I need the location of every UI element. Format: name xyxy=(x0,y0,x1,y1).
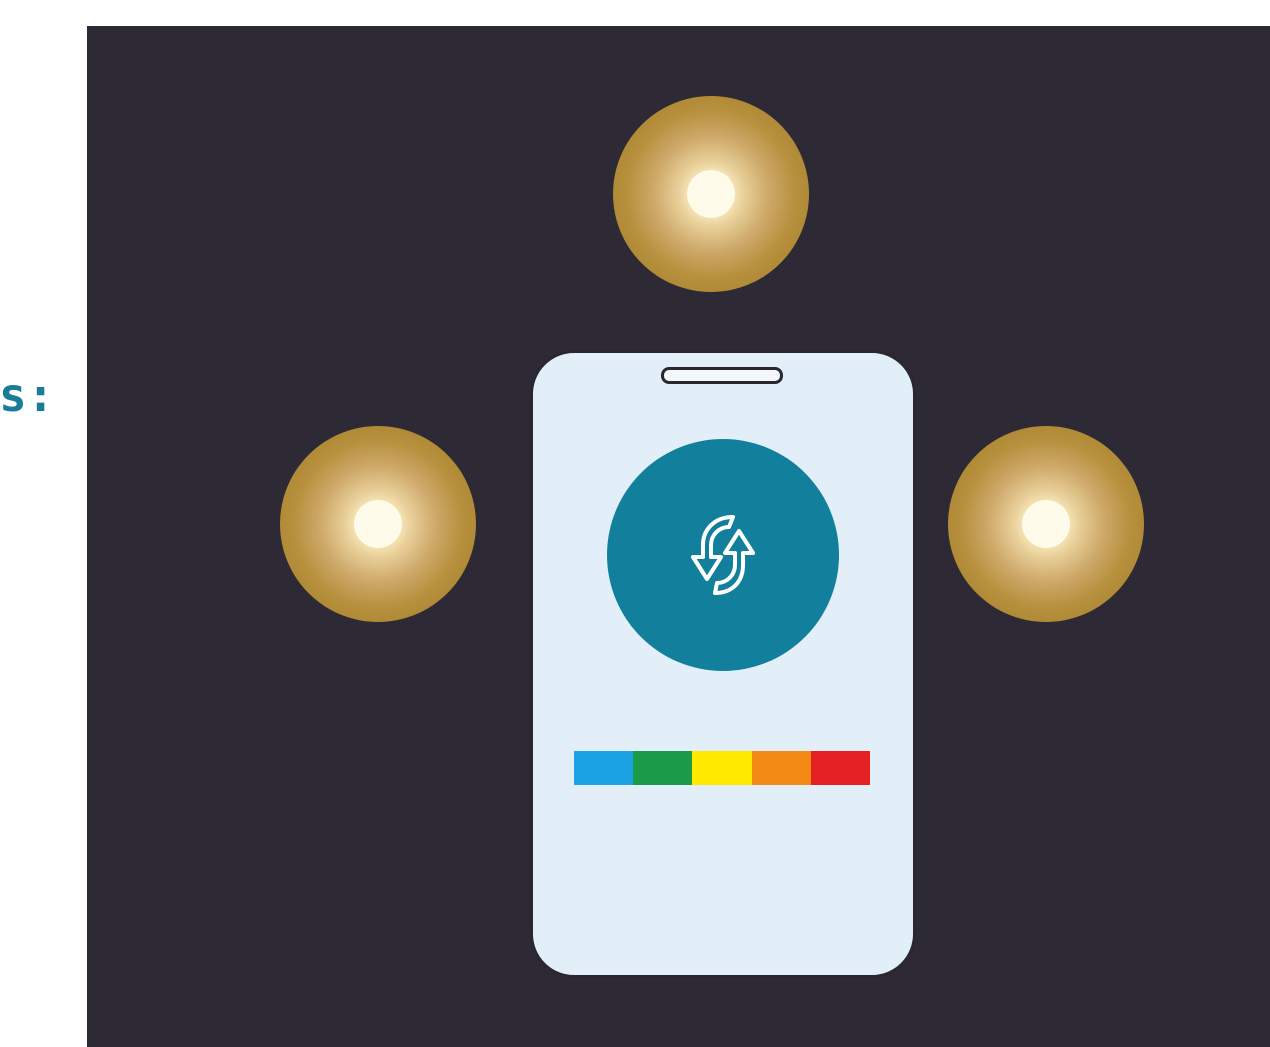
color-swatch-orange xyxy=(751,751,811,785)
light-bulb-icon-right xyxy=(948,426,1144,622)
page: s: xyxy=(0,0,1270,1047)
illustration-panel xyxy=(87,26,1270,1047)
smartphone xyxy=(530,350,916,978)
left-cropped-text-1: s: xyxy=(0,372,55,418)
light-core xyxy=(354,500,402,548)
color-swatch-green xyxy=(633,751,693,785)
color-swatch-yellow xyxy=(692,751,752,785)
sync-button[interactable] xyxy=(607,439,839,671)
color-scale-bar xyxy=(574,751,871,785)
light-core xyxy=(1022,500,1070,548)
left-cropped-text-2 xyxy=(0,748,60,794)
light-core xyxy=(687,170,735,218)
sync-arrows-icon xyxy=(691,515,755,595)
color-swatch-blue xyxy=(574,751,634,785)
light-bulb-icon-left xyxy=(280,426,476,622)
phone-speaker xyxy=(661,367,783,384)
light-bulb-icon-top xyxy=(613,96,809,292)
color-swatch-red xyxy=(810,751,871,785)
